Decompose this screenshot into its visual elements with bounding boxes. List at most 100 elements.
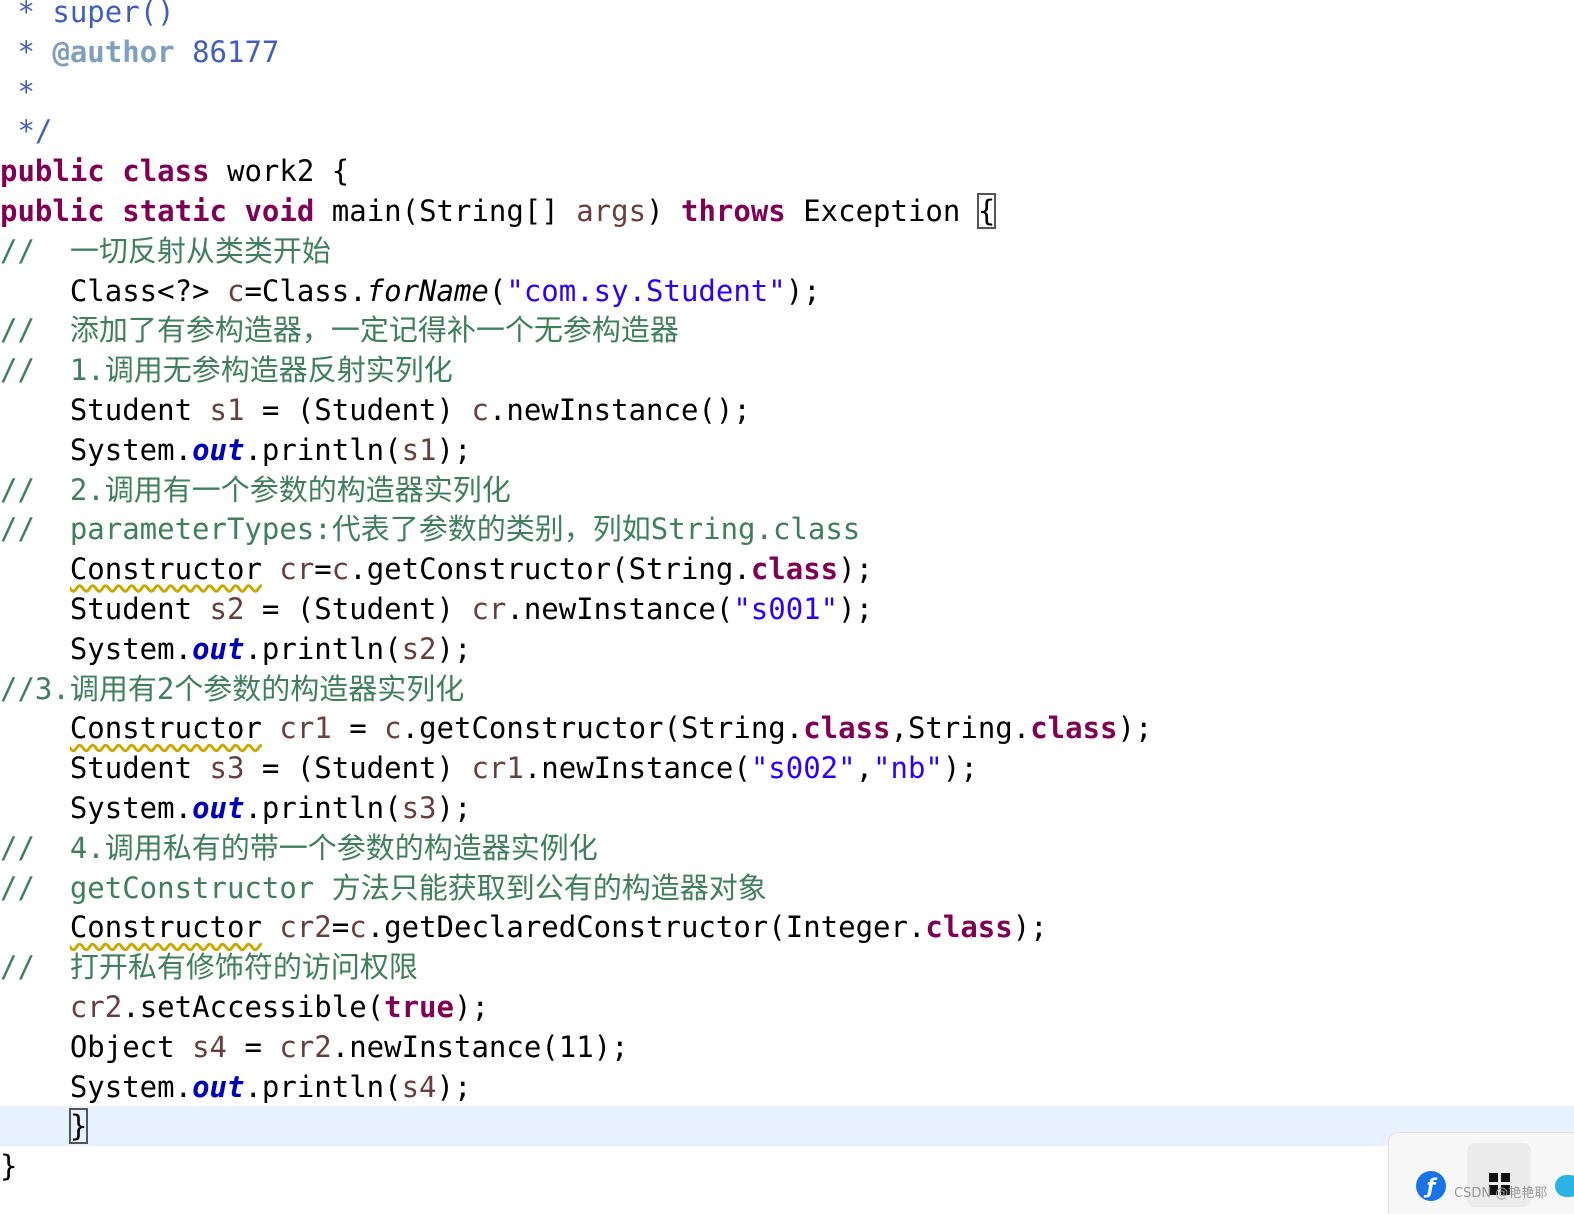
code-token: .newInstance( (523, 751, 751, 786)
code-token: ) (646, 194, 681, 228)
code-token: Student (69, 393, 210, 427)
code-line-7[interactable]: // 一切反射从类类开始 (0, 231, 1574, 271)
code-token: .getDeclaredConstructor(Integer. (366, 910, 926, 945)
code-token: =Class. (244, 273, 367, 308)
code-line-27[interactable]: Object s4 = cr2.newInstance(11); (0, 1027, 1574, 1067)
code-token: Student (69, 751, 210, 786)
code-line-24[interactable]: Constructor cr2=c.getDeclaredConstructor… (0, 907, 1574, 947)
code-token-keyword: throws (680, 194, 786, 228)
code-token-keyword: static (122, 194, 227, 228)
code-token-variable: c (349, 910, 367, 945)
code-line-3[interactable]: * (0, 72, 1574, 112)
code-token-string: "com.sy.Student" (506, 273, 786, 308)
code-token: System. (69, 1069, 193, 1104)
code-line-13[interactable]: // 2.调用有一个参数的构造器实列化 (0, 470, 1574, 510)
code-token: .newInstance( (506, 592, 734, 626)
code-token: = (314, 552, 332, 587)
code-token-keyword: class (925, 910, 1013, 945)
code-token: .getConstructor(String. (349, 552, 751, 587)
code-line-22[interactable]: // 4.调用私有的带一个参数的构造器实例化 (0, 828, 1574, 868)
code-line-29[interactable]: } (0, 1106, 1574, 1147)
code-token-variable: s4 (401, 1069, 437, 1104)
code-token-raw-warning: Constructor (69, 711, 262, 746)
code-token: ); (436, 1069, 472, 1104)
code-token-string: "s001" (733, 592, 839, 626)
code-line-18[interactable]: //3.调用有2个参数的构造器实列化 (0, 669, 1574, 709)
code-line-2[interactable]: * @author 86177 (0, 32, 1574, 72)
code-line-30[interactable]: } (0, 1146, 1574, 1186)
code-token: System. (69, 631, 193, 666)
code-line-28[interactable]: System.out.println(s4); (0, 1067, 1574, 1107)
code-line-26[interactable]: cr2.setAccessible(true); (0, 987, 1574, 1027)
code-token-comment: // parameterTypes:代表了参数的类别，列如String.clas… (0, 512, 861, 547)
code-token: .println( (244, 1069, 402, 1104)
code-token-keyword: void (244, 194, 315, 228)
code-token: = (331, 711, 385, 746)
code-token-comment: // 2.调用有一个参数的构造器实列化 (0, 472, 511, 507)
code-token-variable: cr (279, 552, 315, 587)
code-token-variable: cr1 (279, 711, 332, 746)
code-token: .getConstructor(String. (401, 711, 804, 746)
code-token-field: out (192, 432, 245, 467)
code-token-comment: // 添加了有参构造器，一定记得补一个无参构造器 (0, 313, 679, 348)
code-line-16[interactable]: Student s2 = (Student) cr.newInstance("s… (0, 589, 1574, 629)
code-token-field: out (192, 791, 245, 825)
code-line-20[interactable]: Student s3 = (Student) cr1.newInstance("… (0, 748, 1574, 788)
code-token-bracket-match: } (68, 1108, 89, 1145)
code-line-23[interactable]: // getConstructor 方法只能获取到公有的构造器对象 (0, 868, 1574, 908)
code-token: ); (436, 791, 472, 825)
code-line-15[interactable]: Constructor cr=c.getConstructor(String.c… (0, 549, 1574, 589)
code-token-variable: c (331, 552, 350, 587)
code-token: .println( (244, 631, 402, 666)
code-editor[interactable]: * super() * @author 86177 * */public cla… (0, 0, 1574, 1213)
code-line-10[interactable]: // 1.调用无参构造器反射实列化 (0, 350, 1574, 390)
code-token-raw-warning: Constructor (69, 910, 262, 945)
code-token-variable: s4 (192, 1029, 227, 1064)
code-line-6[interactable]: public static void main(String[] args) t… (0, 191, 1574, 231)
code-token: = (Student) (244, 592, 472, 626)
code-line-14[interactable]: // parameterTypes:代表了参数的类别，列如String.clas… (0, 509, 1574, 549)
code-token: ); (942, 751, 978, 786)
code-token: = (Student) (244, 751, 472, 786)
code-token-comment: // 打开私有修饰符的访问权限 (0, 950, 418, 985)
code-line-5[interactable]: public class work2 { (0, 151, 1574, 191)
code-token-comment: // getConstructor 方法只能获取到公有的构造器对象 (0, 870, 767, 905)
code-line-4[interactable]: */ (0, 111, 1574, 151)
code-token: ); (453, 990, 489, 1024)
code-token: .setAccessible( (122, 990, 385, 1024)
code-token-javadoc: * (17, 0, 53, 29)
code-token-variable: s2 (401, 631, 437, 666)
code-line-11[interactable]: Student s1 = (Student) c.newInstance(); (0, 390, 1574, 430)
code-token: ); (1012, 910, 1048, 945)
code-token-string: "nb" (873, 751, 943, 786)
code-token-keyword: public (0, 154, 105, 189)
code-token: } (0, 1149, 18, 1184)
code-line-1[interactable]: * super() (0, 0, 1574, 32)
code-line-21[interactable]: System.out.println(s3); (0, 788, 1574, 828)
code-token-variable: c (384, 711, 402, 746)
code-line-8[interactable]: Class<?> c=Class.forName("com.sy.Student… (0, 271, 1574, 311)
code-token-variable: c (471, 393, 489, 427)
code-line-12[interactable]: System.out.println(s1); (0, 430, 1574, 470)
code-token-javadoc: 86177 (174, 34, 280, 69)
code-line-25[interactable]: // 打开私有修饰符的访问权限 (0, 947, 1574, 987)
code-line-9[interactable]: // 添加了有参构造器，一定记得补一个无参构造器 (0, 310, 1574, 350)
code-token-javadoc: * (17, 34, 53, 69)
code-line-19[interactable]: Constructor cr1 = c.getConstructor(Strin… (0, 708, 1574, 748)
code-token-variable: cr (471, 592, 507, 626)
code-line-17[interactable]: System.out.println(s2); (0, 629, 1574, 669)
